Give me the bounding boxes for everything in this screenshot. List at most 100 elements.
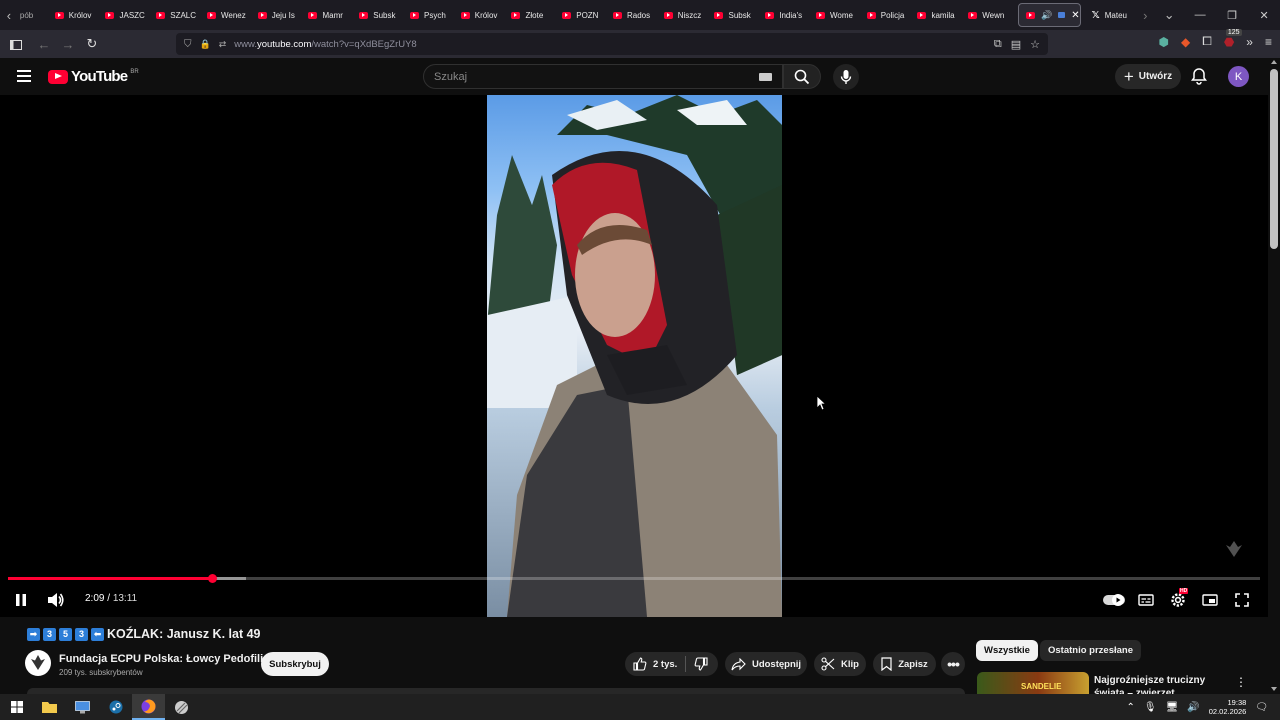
restore-icon[interactable]: ❐ [1216,0,1248,30]
scrollbar-thumb[interactable] [1270,69,1278,249]
address-bar[interactable]: ⛉ 🔒 ⇄ www.youtube.com/watch?v=qXdBEgZrUY… [176,33,1048,55]
browser-tab[interactable]: POZN [555,0,606,30]
settings-button[interactable]: HD [1167,588,1189,611]
page-scrollbar[interactable] [1268,58,1280,694]
pause-button[interactable] [10,589,32,611]
browser-tab[interactable]: India's [758,0,809,30]
tab-scroll-left-icon[interactable]: ‹ [0,0,18,30]
lock-icon[interactable]: 🔒 [200,39,211,50]
clip-button[interactable]: Klip [814,652,866,676]
menu-hamburger-icon[interactable]: ≡ [1265,35,1272,49]
search-button[interactable] [783,64,821,89]
windows-start-icon[interactable] [0,694,33,720]
progress-bar[interactable] [8,574,1260,583]
tracking-shield-icon[interactable]: ⛉ [184,39,192,50]
browser-tab[interactable]: kamila [910,0,961,30]
steam-icon[interactable] [99,694,132,720]
browser-tab[interactable]: Niszcz [657,0,708,30]
miniplayer-button[interactable] [1199,589,1221,611]
like-button[interactable]: 2 tys. [633,657,677,671]
reload-icon[interactable]: ↻ [80,32,104,56]
browser-tab[interactable]: Wewn [961,0,1012,30]
search-input[interactable]: Szukaj [423,64,783,89]
voice-search-button[interactable] [833,64,859,90]
browser-tab[interactable]: Subsk [707,0,758,30]
chip-recently-uploaded[interactable]: Ostatnio przesłane [1040,640,1141,661]
close-window-icon[interactable]: ✕ [1248,0,1280,30]
picture-in-picture-icon[interactable]: ⧉ [994,38,1002,51]
speaker-icon[interactable]: 🔊 [1041,10,1052,21]
forward-icon[interactable]: → [56,32,80,56]
channel-watermark-icon[interactable] [1222,539,1246,559]
share-button[interactable]: Udostępnij [725,652,807,676]
monitor-app-icon[interactable] [66,694,99,720]
browser-tab[interactable]: JASZC [98,0,149,30]
dislike-button[interactable] [694,657,708,671]
tray-chevron-up-icon[interactable]: ⌃ [1127,702,1135,713]
url-text[interactable]: www.youtube.com/watch?v=qXdBEgZrUY8 [234,39,416,50]
browser-tab[interactable]: Królov [454,0,505,30]
browser-tab[interactable]: Mamr [301,0,352,30]
permissions-icon[interactable]: ⇄ [219,39,227,50]
browser-tab[interactable]: Królov [48,0,99,30]
overflow-chevrons-icon[interactable]: » [1246,35,1253,49]
browser-tab[interactable]: Wenez [200,0,251,30]
file-explorer-icon[interactable] [33,694,66,720]
ublock-icon[interactable]: ⬣ 125 [1224,28,1242,49]
tab-scroll-right-icon[interactable]: › [1136,0,1154,30]
recommendation-more-icon[interactable]: ⋮ [1235,675,1247,689]
back-icon[interactable]: ← [32,32,56,56]
minimize-icon[interactable]: — [1184,0,1216,30]
chip-all[interactable]: Wszystkie [976,640,1038,661]
browser-tab[interactable]: Jeju Is [251,0,302,30]
scroll-up-arrow-icon[interactable] [1271,60,1277,64]
clock[interactable]: 19:38 02.02.2026 [1209,698,1247,716]
channel-name[interactable]: Fundacja ECPU Polska: Łowcy Pedofili [59,653,263,665]
browser-tab[interactable]: Psych [403,0,454,30]
share-icon [731,657,746,670]
extensions-puzzle-icon[interactable]: ⧠ [1202,34,1212,49]
firefox-icon[interactable] [132,694,165,720]
browser-tab[interactable]: 𝕏 Mateu [1085,0,1137,30]
reader-view-icon[interactable]: ▤ [1011,38,1021,51]
vpn-shield-icon[interactable]: ⬢ [1158,35,1168,49]
scroll-down-arrow-icon[interactable] [1271,687,1277,691]
browser-tab[interactable]: Subsk [352,0,403,30]
create-button[interactable]: + Utwórz [1115,64,1181,89]
notifications-bell-icon[interactable] [1190,67,1208,85]
network-icon[interactable]: 🖥 [1166,702,1179,713]
youtube-favicon-icon [511,11,521,19]
subtitles-button[interactable] [1135,589,1157,611]
satellite-app-icon[interactable] [165,694,198,720]
browser-tab[interactable]: pób [18,0,48,30]
microphone-tray-icon[interactable]: 🎙 [1144,702,1157,713]
video-player[interactable]: 2:09 / 13:11 HD [0,95,1268,617]
browser-tab[interactable]: Złote [504,0,555,30]
browser-tab[interactable]: Wome [809,0,860,30]
sidebar-toggle-icon[interactable] [4,32,28,56]
extension-fox-icon[interactable]: ◆ [1181,35,1190,49]
browser-tab[interactable]: Policja [860,0,911,30]
keyboard-icon[interactable] [759,73,772,81]
volume-tray-icon[interactable]: 🔊 [1187,702,1199,713]
save-button[interactable]: Zapisz [873,652,936,676]
account-avatar[interactable]: K [1228,66,1249,87]
bookmark-star-icon[interactable]: ☆ [1030,38,1040,51]
scrubber-handle[interactable] [208,574,218,583]
browser-tab[interactable]: Rados [606,0,657,30]
notifications-icon[interactable]: 🗨 [1255,702,1268,713]
guide-menu-icon[interactable] [17,70,31,82]
more-actions-button[interactable]: ••• [941,652,965,676]
close-tab-icon[interactable]: ✕ [1071,10,1079,21]
channel-avatar[interactable] [25,650,51,676]
browser-tab[interactable]: SZALC [149,0,200,30]
browser-tab-active[interactable]: 🔊 ✕ [1017,3,1081,27]
mute-button[interactable] [45,589,67,611]
autoplay-toggle[interactable] [1101,589,1127,611]
tab-list-chevron-down-icon[interactable]: ⌄ [1154,0,1184,30]
recommendation-thumbnail[interactable]: SANDELIE [977,672,1089,694]
subscribe-button[interactable]: Subskrybuj [261,652,329,676]
video-frame[interactable] [487,95,782,617]
fullscreen-button[interactable] [1231,589,1253,611]
youtube-logo[interactable]: YouTube BR [48,68,139,85]
